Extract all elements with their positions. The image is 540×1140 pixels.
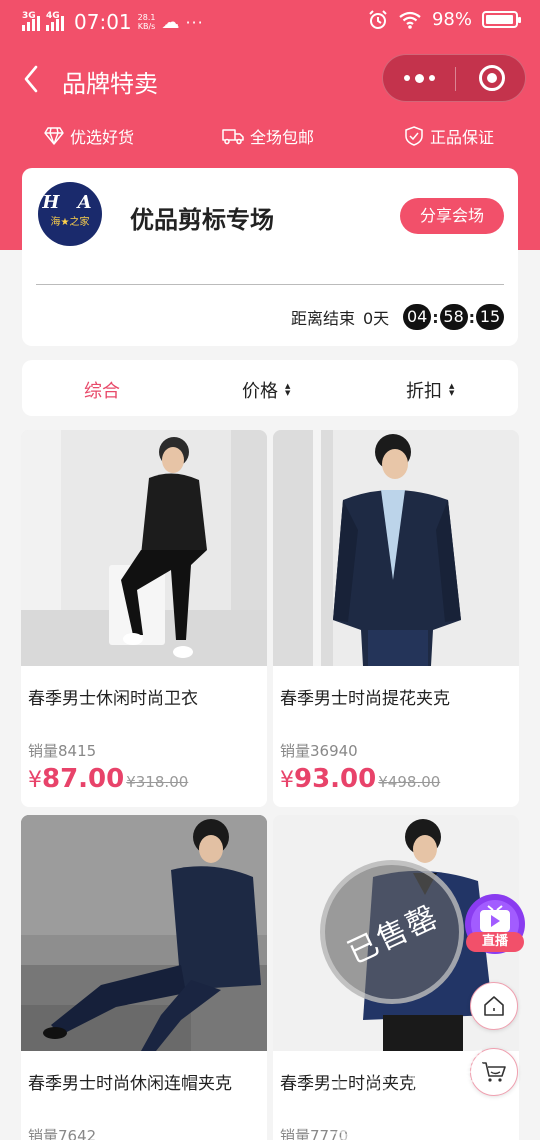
share-button[interactable]: 分享会场	[400, 198, 504, 234]
feature-strip: 优选好货 全场包邮 正品保证	[0, 124, 540, 150]
back-button[interactable]	[16, 62, 46, 96]
product-name: 春季男士时尚提花夹克	[280, 689, 450, 709]
live-tv-icon	[465, 894, 525, 954]
signal-3g-icon: 3G	[22, 11, 40, 31]
brand-logo: H A 海★之家	[38, 182, 102, 246]
wifi-icon	[399, 11, 421, 29]
product-card[interactable]: 春季男士休闲时尚卫衣 销量8415 ¥ 87.00 ¥318.00	[21, 430, 267, 807]
home-button[interactable]	[470, 982, 518, 1030]
page-title: 品牌特卖	[62, 70, 158, 98]
countdown-days: 0天	[363, 309, 390, 328]
truck-icon	[222, 129, 244, 145]
product-sales: 销量7642	[28, 1127, 97, 1140]
divider	[36, 284, 504, 285]
nav-bar: 品牌特卖	[0, 52, 540, 106]
sort-default-tab[interactable]: 综合	[84, 377, 120, 403]
product-card[interactable]: 春季男士时尚休闲连帽夹克 销量7642	[21, 815, 267, 1140]
feature-quality: 优选好货	[44, 124, 134, 148]
diamond-icon	[44, 127, 64, 145]
back-arrow-icon	[24, 65, 38, 93]
miniprogram-capsule	[382, 54, 526, 102]
more-button[interactable]	[383, 55, 455, 101]
sort-arrows-icon: ▲ ▼	[285, 382, 291, 397]
product-card[interactable]: 春季男士时尚提花夹克 销量36940 ¥ 93.00 ¥498.00	[273, 430, 519, 807]
countdown-hours: 04	[403, 304, 432, 330]
countdown-seconds: 15	[476, 304, 504, 330]
alarm-icon	[369, 9, 387, 29]
shop-card: H A 海★之家 优品剪标专场 分享会场 距离结束 0天 04 : 58 : 1…	[22, 168, 518, 346]
live-stream-button[interactable]: 直播	[462, 890, 528, 966]
more-notifications-icon: ···	[185, 12, 204, 32]
product-sales: 销量8415	[28, 742, 97, 760]
cloud-icon: ☁	[161, 11, 180, 33]
countdown-minutes: 58	[439, 304, 468, 330]
battery-icon	[482, 11, 521, 28]
shop-name: 优品剪标专场	[130, 206, 274, 234]
status-bar: 3G 4G 07:01 28.1 KB/s ☁ ··· 98%	[0, 0, 540, 42]
product-image[interactable]	[21, 815, 267, 1051]
feature-free-shipping: 全场包邮	[222, 124, 314, 148]
product-image[interactable]	[273, 430, 519, 666]
battery-percent: 98%	[431, 9, 472, 30]
product-sales: 销量36940	[280, 742, 358, 760]
original-price: ¥498.00	[378, 773, 441, 791]
sort-arrows-icon: ▲ ▼	[449, 382, 455, 397]
signal-4g-icon: 4G	[46, 11, 64, 31]
original-price: ¥318.00	[126, 773, 189, 791]
product-name: 春季男士时尚休闲连帽夹克	[28, 1074, 232, 1094]
product-price: ¥ 87.00 ¥318.00	[28, 764, 189, 794]
feature-genuine: 正品保证	[404, 124, 494, 148]
sold-out-stamp: 已售罄	[320, 860, 464, 1004]
countdown-label: 距离结束	[290, 309, 355, 328]
close-miniprogram-button[interactable]	[479, 65, 505, 91]
sort-bar: 综合 价格 ▲ ▼ 折扣 ▲ ▼	[22, 360, 518, 416]
product-price: ¥ 93.00 ¥498.00	[280, 764, 441, 794]
sort-discount-tab[interactable]: 折扣 ▲ ▼	[406, 377, 454, 403]
sort-price-tab[interactable]: 价格 ▲ ▼	[242, 377, 290, 403]
clock: 07:01	[74, 10, 132, 34]
countdown: 距离结束 0天 04 : 58 : 15	[291, 304, 504, 330]
product-name: 春季男士休闲时尚卫衣	[28, 689, 198, 709]
home-icon	[484, 996, 504, 1016]
shield-check-icon	[405, 126, 423, 146]
network-speed: 28.1 KB/s	[137, 13, 156, 31]
product-image[interactable]	[21, 430, 267, 666]
